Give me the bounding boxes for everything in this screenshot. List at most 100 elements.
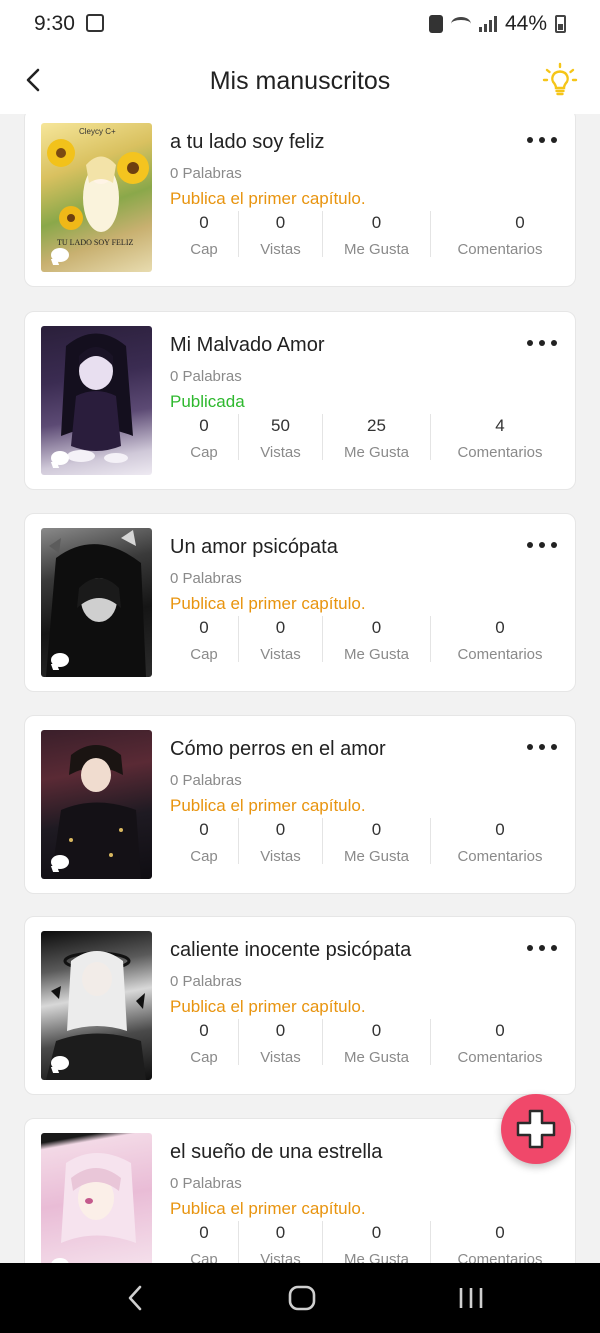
gallery-notification-icon bbox=[86, 14, 104, 32]
stat-cap: 0 Cap bbox=[170, 1219, 238, 1263]
more-options-icon[interactable] bbox=[527, 742, 557, 752]
stat-megusta-label: Me Gusta bbox=[343, 1049, 410, 1066]
book-cover[interactable] bbox=[41, 326, 152, 475]
cover-title-text: TU LADO SOY FELIZ bbox=[57, 238, 134, 247]
stat-megusta-label: Me Gusta bbox=[343, 848, 410, 865]
comment-bubble-icon bbox=[51, 248, 69, 262]
stat-cap-label: Cap bbox=[190, 1251, 218, 1263]
publish-status[interactable]: Publica el primer capítulo. bbox=[170, 796, 366, 816]
comment-bubble-icon bbox=[51, 1056, 69, 1070]
stat-comentarios-value: 0 bbox=[495, 1223, 505, 1242]
stat-megusta-label: Me Gusta bbox=[343, 646, 410, 663]
stat-cap-value: 0 bbox=[199, 416, 209, 435]
stat-cap-label: Cap bbox=[190, 241, 218, 258]
stat-cap: 0 Cap bbox=[170, 1017, 238, 1067]
book-cover[interactable] bbox=[41, 730, 152, 879]
book-title: a tu lado soy feliz bbox=[170, 131, 325, 153]
manuscript-card[interactable]: caliente inocente psicópata 0 Palabras P… bbox=[24, 916, 576, 1095]
manuscript-card[interactable]: Cómo perros en el amor 0 Palabras Public… bbox=[24, 715, 576, 894]
book-cover[interactable] bbox=[41, 931, 152, 1080]
stat-cap-value: 0 bbox=[199, 820, 209, 839]
nav-back-icon[interactable] bbox=[124, 1283, 146, 1313]
stat-comentarios: 0 Comentarios bbox=[431, 614, 569, 664]
book-stats: 0 Cap 50 Vistas 25 Me Gusta 4 Comentarios bbox=[170, 412, 570, 462]
stat-vistas: 0 Vistas bbox=[239, 614, 322, 664]
manuscript-card[interactable]: Mi Malvado Amor 0 Palabras Publicada 0 Ca… bbox=[24, 311, 576, 490]
more-options-icon[interactable] bbox=[527, 135, 557, 145]
stat-megusta-value: 25 bbox=[367, 416, 386, 435]
stat-megusta-value: 0 bbox=[371, 1223, 382, 1242]
stat-cap-label: Cap bbox=[190, 1049, 218, 1066]
add-manuscript-button[interactable] bbox=[501, 1094, 571, 1164]
status-icons: 44% bbox=[428, 12, 566, 36]
stat-megusta: 0 Me Gusta bbox=[323, 1219, 430, 1263]
stat-cap-value: 0 bbox=[199, 1223, 209, 1242]
stat-megusta-value: 0 bbox=[371, 213, 382, 232]
stat-vistas-label: Vistas bbox=[260, 646, 301, 663]
lightbulb-icon[interactable] bbox=[542, 62, 578, 98]
page-title: Mis manuscritos bbox=[209, 67, 391, 95]
manuscript-card[interactable]: Un amor psicópata 0 Palabras Publica el … bbox=[24, 513, 576, 692]
stat-vistas: 50 Vistas bbox=[239, 412, 322, 462]
book-title: el sueño de una estrella bbox=[170, 1141, 383, 1163]
book-cover[interactable]: Cleycy C+ TU LADO SOY FELIZ bbox=[41, 123, 152, 272]
stat-vistas-value: 0 bbox=[275, 1021, 286, 1040]
nav-home-icon[interactable] bbox=[288, 1285, 316, 1311]
status-bar: 9:30 44% bbox=[0, 0, 600, 48]
comment-bubble-icon bbox=[51, 855, 69, 869]
cover-author-text: Cleycy C+ bbox=[79, 127, 116, 136]
publish-status[interactable]: Publica el primer capítulo. bbox=[170, 997, 366, 1017]
stat-comentarios-value: 0 bbox=[495, 820, 505, 839]
book-stats: 0 Cap 0 Vistas 0 Me Gusta 0 Comentarios bbox=[170, 209, 570, 259]
book-cover[interactable] bbox=[41, 528, 152, 677]
stat-comentarios: 0 Comentarios bbox=[431, 1017, 569, 1067]
comment-bubble-icon bbox=[51, 653, 69, 667]
stat-megusta-value: 0 bbox=[371, 1021, 382, 1040]
nav-recents-icon[interactable] bbox=[456, 1285, 486, 1311]
manuscript-list[interactable]: Cleycy C+ TU LADO SOY FELIZ a tu lado so… bbox=[0, 114, 600, 1263]
book-stats: 0 Cap 0 Vistas 0 Me Gusta 0 Comentarios bbox=[170, 614, 570, 664]
cover-art bbox=[61, 1153, 136, 1243]
book-title: Cómo perros en el amor bbox=[170, 738, 386, 760]
book-title: Mi Malvado Amor bbox=[170, 334, 325, 356]
stat-vistas-value: 0 bbox=[275, 618, 286, 637]
stat-megusta-value: 0 bbox=[371, 618, 382, 637]
stat-vistas: 0 Vistas bbox=[239, 209, 322, 259]
stat-megusta-label: Me Gusta bbox=[343, 1251, 410, 1263]
stat-cap-value: 0 bbox=[199, 1021, 209, 1040]
system-nav-bar bbox=[0, 1263, 600, 1333]
manuscript-card[interactable]: el sueño de una estrella 0 Palabras Publ… bbox=[24, 1118, 576, 1263]
manuscript-card[interactable]: Cleycy C+ TU LADO SOY FELIZ a tu lado so… bbox=[24, 114, 576, 287]
stat-comentarios-value: 0 bbox=[515, 213, 525, 232]
stat-megusta: 25 Me Gusta bbox=[323, 412, 430, 462]
book-title: caliente inocente psicópata bbox=[170, 939, 412, 961]
word-count: 0 Palabras bbox=[170, 1175, 242, 1192]
stat-comentarios-label: Comentarios bbox=[457, 444, 543, 461]
more-options-icon[interactable] bbox=[527, 338, 557, 348]
more-options-icon[interactable] bbox=[527, 943, 557, 953]
stat-vistas-value: 50 bbox=[271, 416, 290, 435]
stat-vistas-label: Vistas bbox=[260, 444, 301, 461]
stat-vistas-label: Vistas bbox=[260, 241, 301, 258]
book-stats: 0 Cap 0 Vistas 0 Me Gusta 0 Comentarios bbox=[170, 816, 570, 866]
stat-cap-value: 0 bbox=[199, 213, 209, 232]
more-options-icon[interactable] bbox=[527, 540, 557, 550]
book-cover[interactable] bbox=[41, 1133, 152, 1263]
stat-megusta: 0 Me Gusta bbox=[323, 816, 430, 866]
stat-megusta-value: 0 bbox=[371, 820, 382, 839]
stat-vistas-value: 0 bbox=[275, 1223, 286, 1242]
stat-comentarios-label: Comentarios bbox=[457, 241, 543, 258]
publish-status[interactable]: Publica el primer capítulo. bbox=[170, 189, 366, 209]
word-count: 0 Palabras bbox=[170, 772, 242, 789]
stat-comentarios: 0 Comentarios bbox=[431, 816, 569, 866]
book-title: Un amor psicópata bbox=[170, 536, 338, 558]
signal-icon bbox=[478, 16, 497, 32]
publish-status[interactable]: Publica el primer capítulo. bbox=[170, 594, 366, 614]
stat-vistas-value: 0 bbox=[275, 213, 286, 232]
stat-vistas: 0 Vistas bbox=[239, 816, 322, 866]
app-header: Mis manuscritos bbox=[0, 48, 600, 114]
stat-comentarios: 0 Comentarios bbox=[431, 209, 600, 259]
stat-comentarios-label: Comentarios bbox=[457, 646, 543, 663]
stat-megusta: 0 Me Gusta bbox=[323, 1017, 430, 1067]
publish-status[interactable]: Publica el primer capítulo. bbox=[170, 1199, 366, 1219]
